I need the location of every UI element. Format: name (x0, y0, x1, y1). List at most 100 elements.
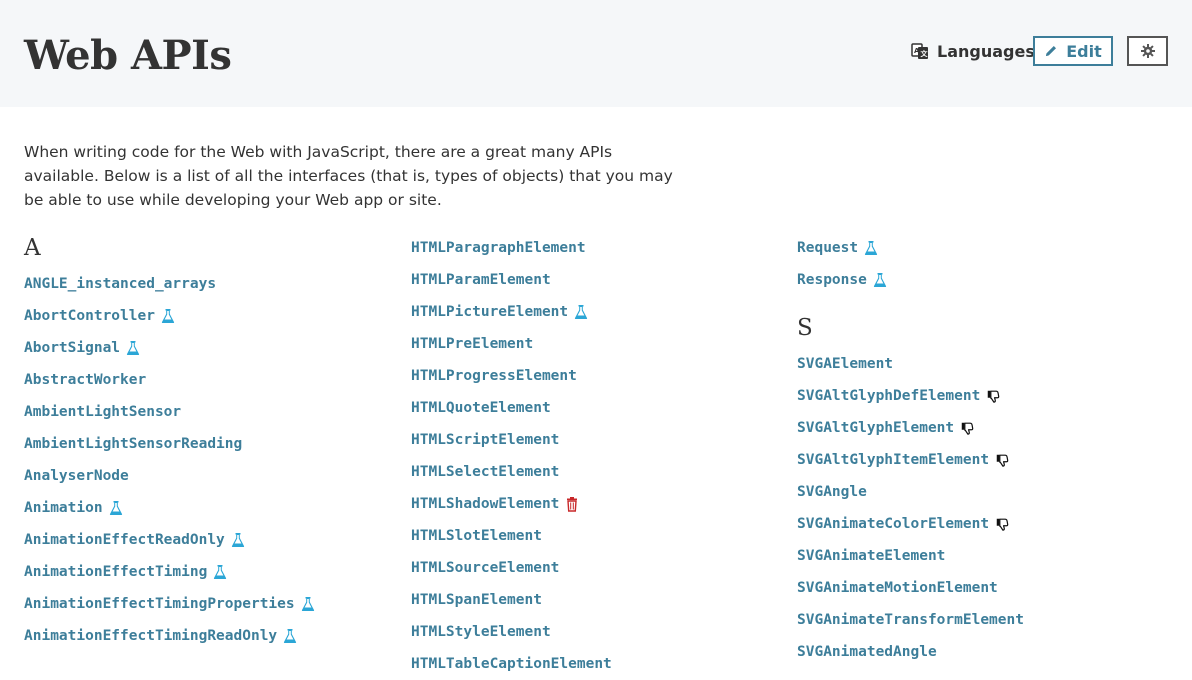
translate-icon: A 文 (911, 43, 929, 59)
interface-link[interactable]: SVGAnimateColorElement (797, 516, 989, 532)
list-item: SVGAltGlyphItemElement (797, 444, 1024, 476)
list-item: ANGLE_instanced_arrays (24, 268, 315, 300)
languages-label: Languages (937, 41, 1035, 61)
list-item: SVGAElement (797, 348, 1024, 380)
interface-link[interactable]: SVGAnimatedAngle (797, 644, 937, 660)
experimental-flask-icon (213, 564, 227, 580)
list-item: SVGAnimateElement (797, 540, 1024, 572)
list-item: AbstractWorker (24, 364, 315, 396)
languages-button[interactable]: A 文 Languages (911, 36, 1035, 66)
interface-link[interactable]: AmbientLightSensorReading (24, 436, 242, 452)
interface-link[interactable]: AnimationEffectReadOnly (24, 532, 225, 548)
interface-link[interactable]: AnalyserNode (24, 468, 129, 484)
list-item: AmbientLightSensorReading (24, 428, 315, 460)
interface-link[interactable]: ANGLE_instanced_arrays (24, 276, 216, 292)
interface-link[interactable]: SVGAElement (797, 356, 893, 372)
interface-link[interactable]: HTMLProgressElement (411, 368, 577, 384)
experimental-flask-icon (301, 596, 315, 612)
interface-column-1: A ANGLE_instanced_arrays AbortController A… (24, 232, 315, 652)
list-item: HTMLSlotElement (411, 520, 612, 552)
list-item: AnimationEffectTiming (24, 556, 315, 588)
interface-link[interactable]: SVGAnimateElement (797, 548, 945, 564)
pencil-icon (1046, 46, 1057, 56)
list-item: HTMLPictureElement (411, 296, 612, 328)
list-item: AnimationEffectTimingReadOnly (24, 620, 315, 652)
interface-link[interactable]: HTMLSpanElement (411, 592, 542, 608)
interface-link[interactable]: AbstractWorker (24, 372, 146, 388)
interface-link[interactable]: HTMLParamElement (411, 272, 551, 288)
interface-link[interactable]: AmbientLightSensor (24, 404, 181, 420)
experimental-flask-icon (574, 304, 588, 320)
interface-link[interactable]: HTMLScriptElement (411, 432, 559, 448)
list-item: HTMLParagraphElement (411, 232, 612, 264)
list-item: Animation (24, 492, 315, 524)
interface-link[interactable]: SVGAngle (797, 484, 867, 500)
list-item: HTMLStyleElement (411, 616, 612, 648)
list-item: SVGAnimateMotionElement (797, 572, 1024, 604)
settings-button[interactable] (1127, 36, 1168, 66)
letter-heading-s: S (797, 315, 813, 341)
list-item: HTMLScriptElement (411, 424, 612, 456)
interface-link[interactable]: HTMLPictureElement (411, 304, 568, 320)
interface-link[interactable]: AbortSignal (24, 340, 120, 356)
interface-link[interactable]: SVGAltGlyphElement (797, 420, 954, 436)
experimental-flask-icon (864, 240, 878, 256)
interface-link[interactable]: AnimationEffectTiming (24, 564, 207, 580)
list-item: AbortController (24, 300, 315, 332)
interface-link[interactable]: Animation (24, 500, 103, 516)
interface-link[interactable]: HTMLPreElement (411, 336, 533, 352)
gear-icon (1140, 44, 1155, 58)
interface-link[interactable]: HTMLTableCaptionElement (411, 656, 612, 672)
experimental-flask-icon (109, 500, 123, 516)
list-item: HTMLSelectElement (411, 456, 612, 488)
interface-link[interactable]: Request (797, 240, 858, 256)
interface-link[interactable]: AnimationEffectTimingReadOnly (24, 628, 277, 644)
letter-heading-a: A (24, 235, 41, 261)
interface-link[interactable]: Response (797, 272, 867, 288)
interface-link[interactable]: SVGAnimateMotionElement (797, 580, 998, 596)
experimental-flask-icon (231, 532, 245, 548)
intro-text: When writing code for the Web with JavaS… (24, 143, 673, 209)
interface-link[interactable]: SVGAnimateTransformElement (797, 612, 1024, 628)
experimental-flask-icon (161, 308, 175, 324)
interface-link[interactable]: HTMLParagraphElement (411, 240, 586, 256)
list-item: Response (797, 264, 1024, 296)
list-item: HTMLPreElement (411, 328, 612, 360)
svg-text:文: 文 (921, 49, 929, 58)
list-item: AnimationEffectReadOnly (24, 524, 315, 556)
obsolete-trash-icon (565, 496, 579, 512)
list-item: HTMLSpanElement (411, 584, 612, 616)
list-item: HTMLShadowElement (411, 488, 612, 520)
edit-button[interactable]: Edit (1033, 36, 1113, 66)
interface-link[interactable]: AnimationEffectTimingProperties (24, 596, 295, 612)
list-item: HTMLParamElement (411, 264, 612, 296)
list-item: SVGAnimatedAngle (797, 636, 1024, 668)
interface-link[interactable]: HTMLShadowElement (411, 496, 559, 512)
interface-link[interactable]: HTMLSelectElement (411, 464, 559, 480)
list-item: SVGAnimateColorElement (797, 508, 1024, 540)
interface-link[interactable]: HTMLQuoteElement (411, 400, 551, 416)
list-item: SVGAnimateTransformElement (797, 604, 1024, 636)
list-item: SVGAngle (797, 476, 1024, 508)
interface-link[interactable]: AbortController (24, 308, 155, 324)
deprecated-thumbs-down-icon (995, 516, 1009, 532)
svg-text:A: A (914, 47, 920, 55)
list-item: AnimationEffectTimingProperties (24, 588, 315, 620)
list-item: AmbientLightSensor (24, 396, 315, 428)
list-item: HTMLQuoteElement (411, 392, 612, 424)
interface-link[interactable]: SVGAltGlyphDefElement (797, 388, 980, 404)
page-header: Web APIs A 文 Languages Edit (0, 0, 1192, 107)
list-item: HTMLSourceElement (411, 552, 612, 584)
list-item: HTMLProgressElement (411, 360, 612, 392)
page-title: Web APIs (24, 32, 232, 79)
list-item: HTMLTableCaptionElement (411, 648, 612, 680)
list-item: AbortSignal (24, 332, 315, 364)
interface-column-2: HTMLParagraphElement HTMLParamElement HTML… (411, 232, 612, 680)
interface-link[interactable]: HTMLSlotElement (411, 528, 542, 544)
interface-link[interactable]: HTMLSourceElement (411, 560, 559, 576)
interface-link[interactable]: HTMLStyleElement (411, 624, 551, 640)
edit-label: Edit (1066, 41, 1102, 61)
interface-link[interactable]: SVGAltGlyphItemElement (797, 452, 989, 468)
list-item: SVGAltGlyphDefElement (797, 380, 1024, 412)
list-item: AnalyserNode (24, 460, 315, 492)
